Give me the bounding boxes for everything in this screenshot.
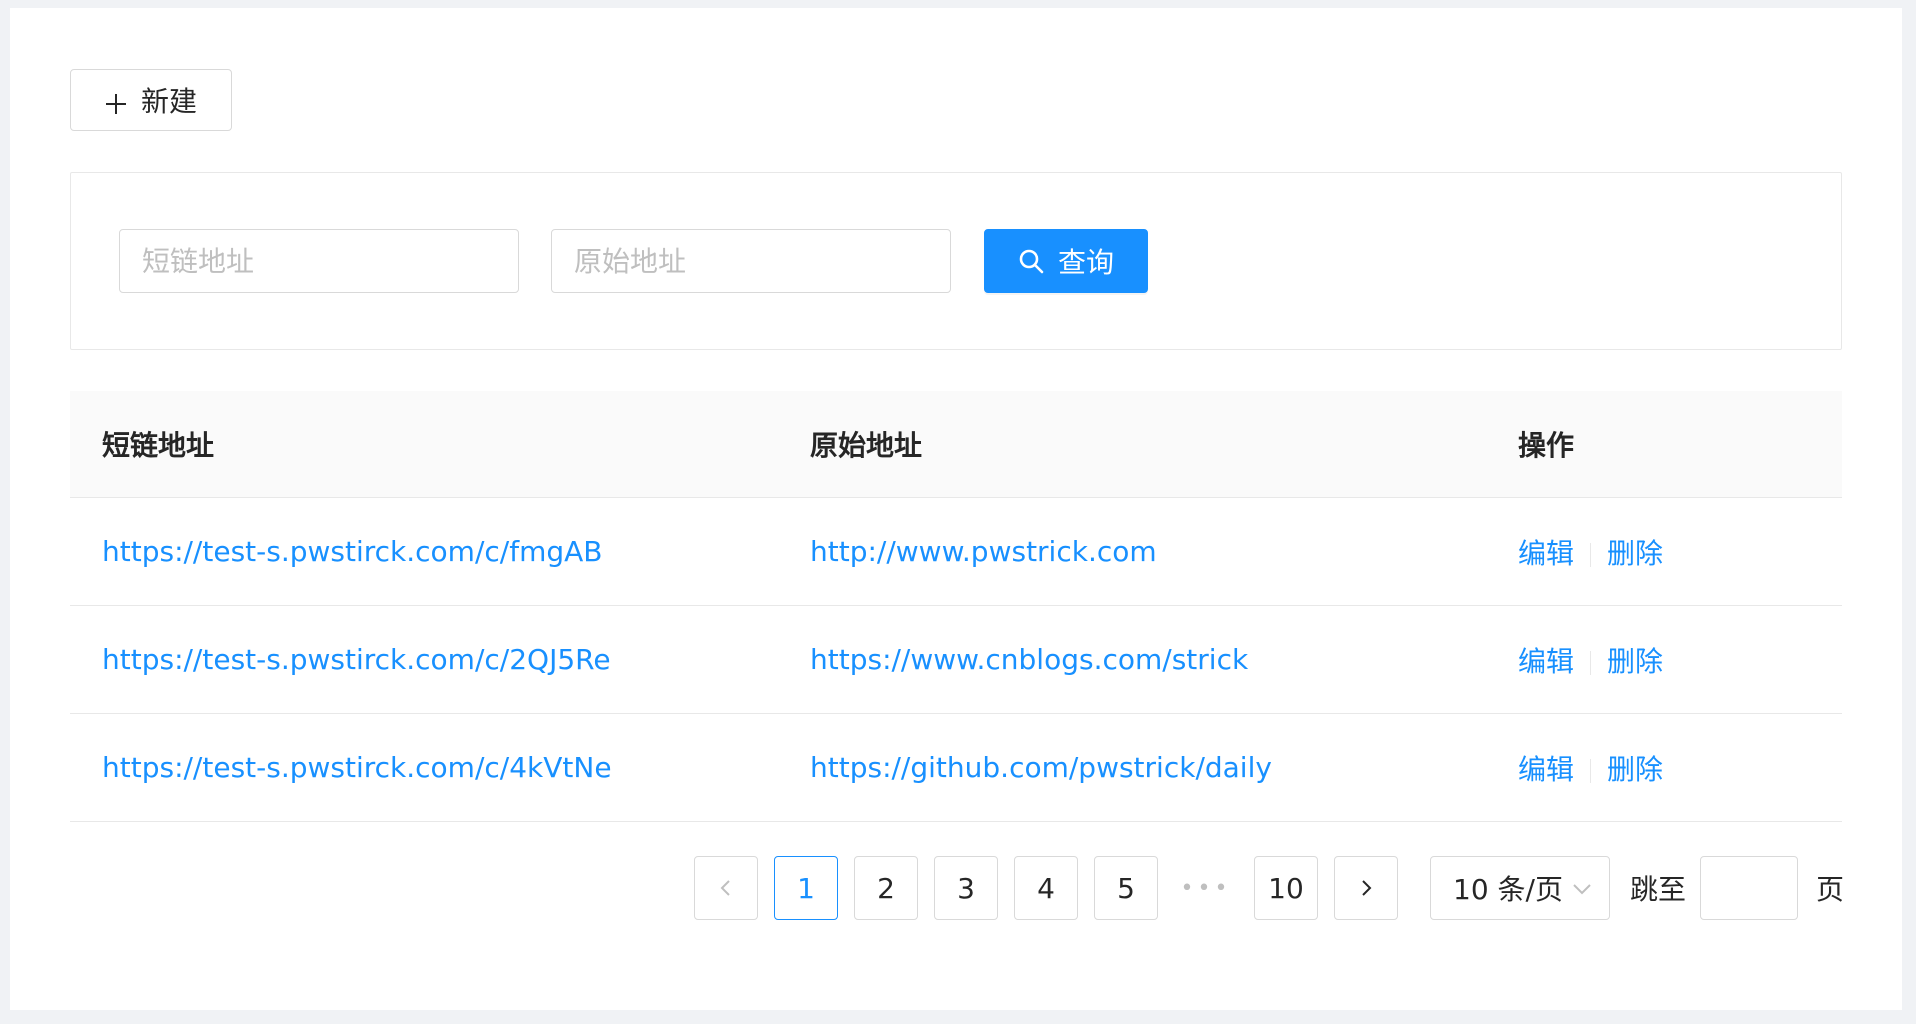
action-divider (1590, 650, 1592, 675)
pagination: 1 2 3 4 5 ••• 10 10 条/页 跳至 页 (10, 856, 1902, 920)
page-1-button[interactable]: 1 (774, 856, 838, 920)
jump-next-ellipsis[interactable]: ••• (1174, 856, 1238, 920)
short-url-link[interactable]: https://test-s.pwstirck.com/c/2QJ5Re (102, 643, 611, 676)
delete-link[interactable]: 删除 (1607, 753, 1663, 786)
header-short-url: 短链地址 (102, 429, 215, 462)
short-url-link[interactable]: https://test-s.pwstirck.com/c/fmgAB (102, 535, 603, 568)
page-size-value: 10 条/页 (1453, 873, 1563, 906)
delete-link[interactable]: 删除 (1607, 645, 1663, 678)
short-url-input[interactable] (119, 229, 519, 293)
chevron-right-icon (1362, 880, 1372, 896)
query-button-label: 查询 (1057, 246, 1114, 279)
header-actions: 操作 (1518, 429, 1575, 462)
page-size-select[interactable]: 10 条/页 (1430, 856, 1610, 920)
search-panel: 查询 (70, 172, 1842, 350)
short-url-link[interactable]: https://test-s.pwstirck.com/c/4kVtNe (102, 751, 612, 784)
prev-page-button[interactable] (694, 856, 758, 920)
page-container: 新建 查询 短链地址 原始地址 操作 https://test-s.pwstir… (10, 8, 1902, 1010)
edit-link[interactable]: 编辑 (1518, 753, 1574, 786)
jump-page-input[interactable] (1700, 856, 1798, 920)
chevron-left-icon (720, 880, 730, 896)
original-url-link[interactable]: https://www.cnblogs.com/strick (810, 643, 1248, 676)
header-original-url: 原始地址 (810, 429, 923, 462)
original-url-link[interactable]: http://www.pwstrick.com (810, 535, 1157, 568)
query-button[interactable]: 查询 (984, 229, 1148, 293)
chevron-down-icon (1573, 884, 1591, 895)
table-row: https://test-s.pwstirck.com/c/4kVtNe htt… (70, 714, 1842, 822)
new-button-label: 新建 (140, 85, 197, 118)
url-table: 短链地址 原始地址 操作 https://test-s.pwstirck.com… (70, 391, 1842, 822)
page-5-button[interactable]: 5 (1094, 856, 1158, 920)
edit-link[interactable]: 编辑 (1518, 645, 1574, 678)
page-suffix-label: 页 (1816, 873, 1845, 906)
original-url-input[interactable] (551, 229, 951, 293)
action-divider (1590, 542, 1592, 567)
next-page-button[interactable] (1334, 856, 1398, 920)
jump-label: 跳至 (1630, 873, 1687, 906)
delete-link[interactable]: 删除 (1607, 537, 1663, 570)
edit-link[interactable]: 编辑 (1518, 537, 1574, 570)
table-row: https://test-s.pwstirck.com/c/fmgAB http… (70, 498, 1842, 606)
page-2-button[interactable]: 2 (854, 856, 918, 920)
table-header: 短链地址 原始地址 操作 (70, 391, 1842, 498)
action-divider (1590, 758, 1592, 783)
original-url-link[interactable]: https://github.com/pwstrick/daily (810, 751, 1272, 784)
page-3-button[interactable]: 3 (934, 856, 998, 920)
search-icon (1018, 248, 1044, 274)
table-row: https://test-s.pwstirck.com/c/2QJ5Re htt… (70, 606, 1842, 714)
plus-icon (105, 89, 127, 114)
page-10-button[interactable]: 10 (1254, 856, 1318, 920)
new-button[interactable]: 新建 (70, 69, 232, 131)
page-4-button[interactable]: 4 (1014, 856, 1078, 920)
